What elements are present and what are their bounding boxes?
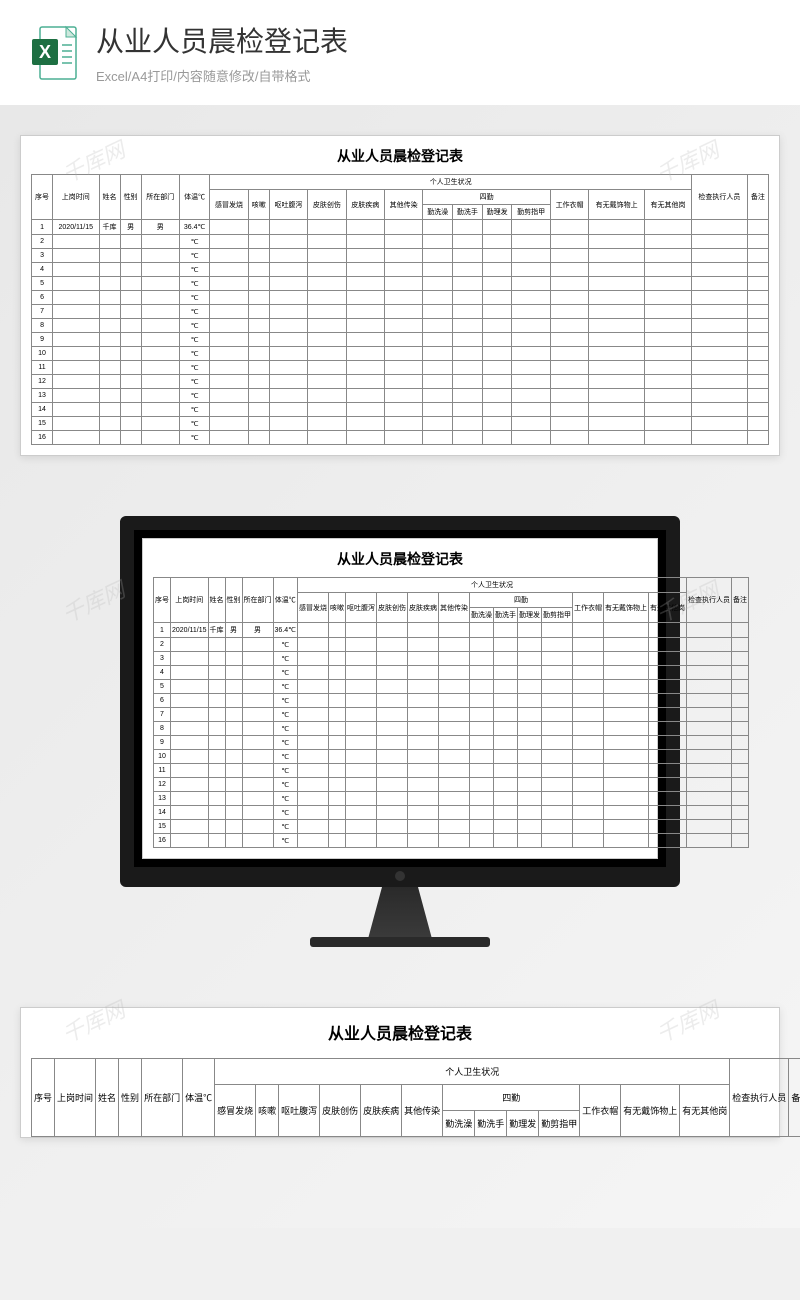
- excel-icon: X: [30, 25, 78, 81]
- table-row: 13 ℃: [32, 389, 769, 403]
- table-row: 15 ℃: [154, 820, 749, 834]
- table-row: 4 ℃: [154, 666, 749, 680]
- table-row: 12 ℃: [32, 375, 769, 389]
- morning-check-table: 序号 上岗时间 姓名 性别 所在部门 体温℃ 个人卫生状况 检查执行人员 备注 …: [153, 577, 749, 848]
- spreadsheet-preview-bottom: 从业人员晨检登记表 序号 上岗时间 姓名 性别 所在部门 体温℃ 个人卫生状况 …: [20, 1007, 780, 1138]
- page-header: X 从业人员晨检登记表 Excel/A4打印/内容随意修改/自带格式: [0, 0, 800, 105]
- table-header: 序号 上岗时间 姓名 性别 所在部门 体温℃ 个人卫生状况 检查执行人员 备注 …: [32, 1059, 800, 1137]
- table-row: 3 ℃: [32, 249, 769, 263]
- table-row: 8 ℃: [32, 319, 769, 333]
- table-row: 16 ℃: [32, 431, 769, 445]
- table-row: 5 ℃: [154, 680, 749, 694]
- svg-text:X: X: [39, 42, 51, 62]
- morning-check-table-header-only: 序号 上岗时间 姓名 性别 所在部门 体温℃ 个人卫生状况 检查执行人员 备注 …: [31, 1058, 800, 1137]
- table-row: 11 ℃: [154, 764, 749, 778]
- sheet-title: 从业人员晨检登记表: [31, 146, 769, 166]
- table-row: 2 ℃: [154, 638, 749, 652]
- table-row: 10 ℃: [32, 347, 769, 361]
- table-row: 7 ℃: [154, 708, 749, 722]
- table-row: 6 ℃: [154, 694, 749, 708]
- page-title: 从业人员晨检登记表: [96, 20, 770, 60]
- morning-check-table: 序号 上岗时间 姓名 性别 所在部门 体温℃ 个人卫生状况 检查执行人员 备注 …: [31, 174, 769, 445]
- table-row: 16 ℃: [154, 834, 749, 848]
- monitor-base: [310, 937, 490, 947]
- table-row: 8 ℃: [154, 722, 749, 736]
- sheet-title: 从业人员晨检登记表: [31, 1020, 769, 1044]
- table-row: 15 ℃: [32, 417, 769, 431]
- table-row: 13 ℃: [154, 792, 749, 806]
- page-subtitle: Excel/A4打印/内容随意修改/自带格式: [96, 66, 770, 85]
- table-row: 7 ℃: [32, 305, 769, 319]
- table-body: 12020/11/15千库男 男36.4℃ 2 ℃ 3 ℃ 4 ℃: [32, 220, 769, 445]
- monitor-stand: [355, 887, 445, 937]
- monitor-screen: 从业人员晨检登记表 序号 上岗时间 姓名 性别 所在部门 体温℃ 个人卫生状况 …: [120, 516, 680, 887]
- table-row: 4 ℃: [32, 263, 769, 277]
- table-row: 2 ℃: [32, 235, 769, 249]
- spreadsheet-preview: 从业人员晨检登记表 序号 上岗时间 姓名 性别 所在部门 体温℃ 个人卫生状况 …: [20, 135, 780, 456]
- table-row: 12020/11/15千库男 男36.4℃: [154, 623, 749, 638]
- table-row: 6 ℃: [32, 291, 769, 305]
- table-body: 12020/11/15千库男 男36.4℃ 2 ℃ 3 ℃ 4 ℃: [154, 623, 749, 848]
- table-row: 11 ℃: [32, 361, 769, 375]
- table-header: 序号 上岗时间 姓名 性别 所在部门 体温℃ 个人卫生状况 检查执行人员 备注 …: [154, 578, 749, 623]
- table-row: 14 ℃: [154, 806, 749, 820]
- table-header: 序号 上岗时间 姓名 性别 所在部门 体温℃ 个人卫生状况 检查执行人员 备注 …: [32, 175, 769, 220]
- table-row: 14 ℃: [32, 403, 769, 417]
- table-row: 12 ℃: [154, 778, 749, 792]
- table-row: 9 ℃: [154, 736, 749, 750]
- table-row: 9 ℃: [32, 333, 769, 347]
- table-row: 3 ℃: [154, 652, 749, 666]
- table-row: 12020/11/15千库男 男36.4℃: [32, 220, 769, 235]
- monitor-mockup: 从业人员晨检登记表 序号 上岗时间 姓名 性别 所在部门 体温℃ 个人卫生状况 …: [20, 516, 780, 947]
- preview-area: 千库网 千库网 千库网 千库网 千库网 千库网 从业人员晨检登记表 序号 上岗时…: [0, 105, 800, 1228]
- sheet-title: 从业人员晨检登记表: [153, 549, 647, 569]
- spreadsheet-preview-monitor: 从业人员晨检登记表 序号 上岗时间 姓名 性别 所在部门 体温℃ 个人卫生状况 …: [142, 538, 658, 859]
- table-row: 10 ℃: [154, 750, 749, 764]
- table-row: 5 ℃: [32, 277, 769, 291]
- monitor-power-icon: [395, 871, 405, 881]
